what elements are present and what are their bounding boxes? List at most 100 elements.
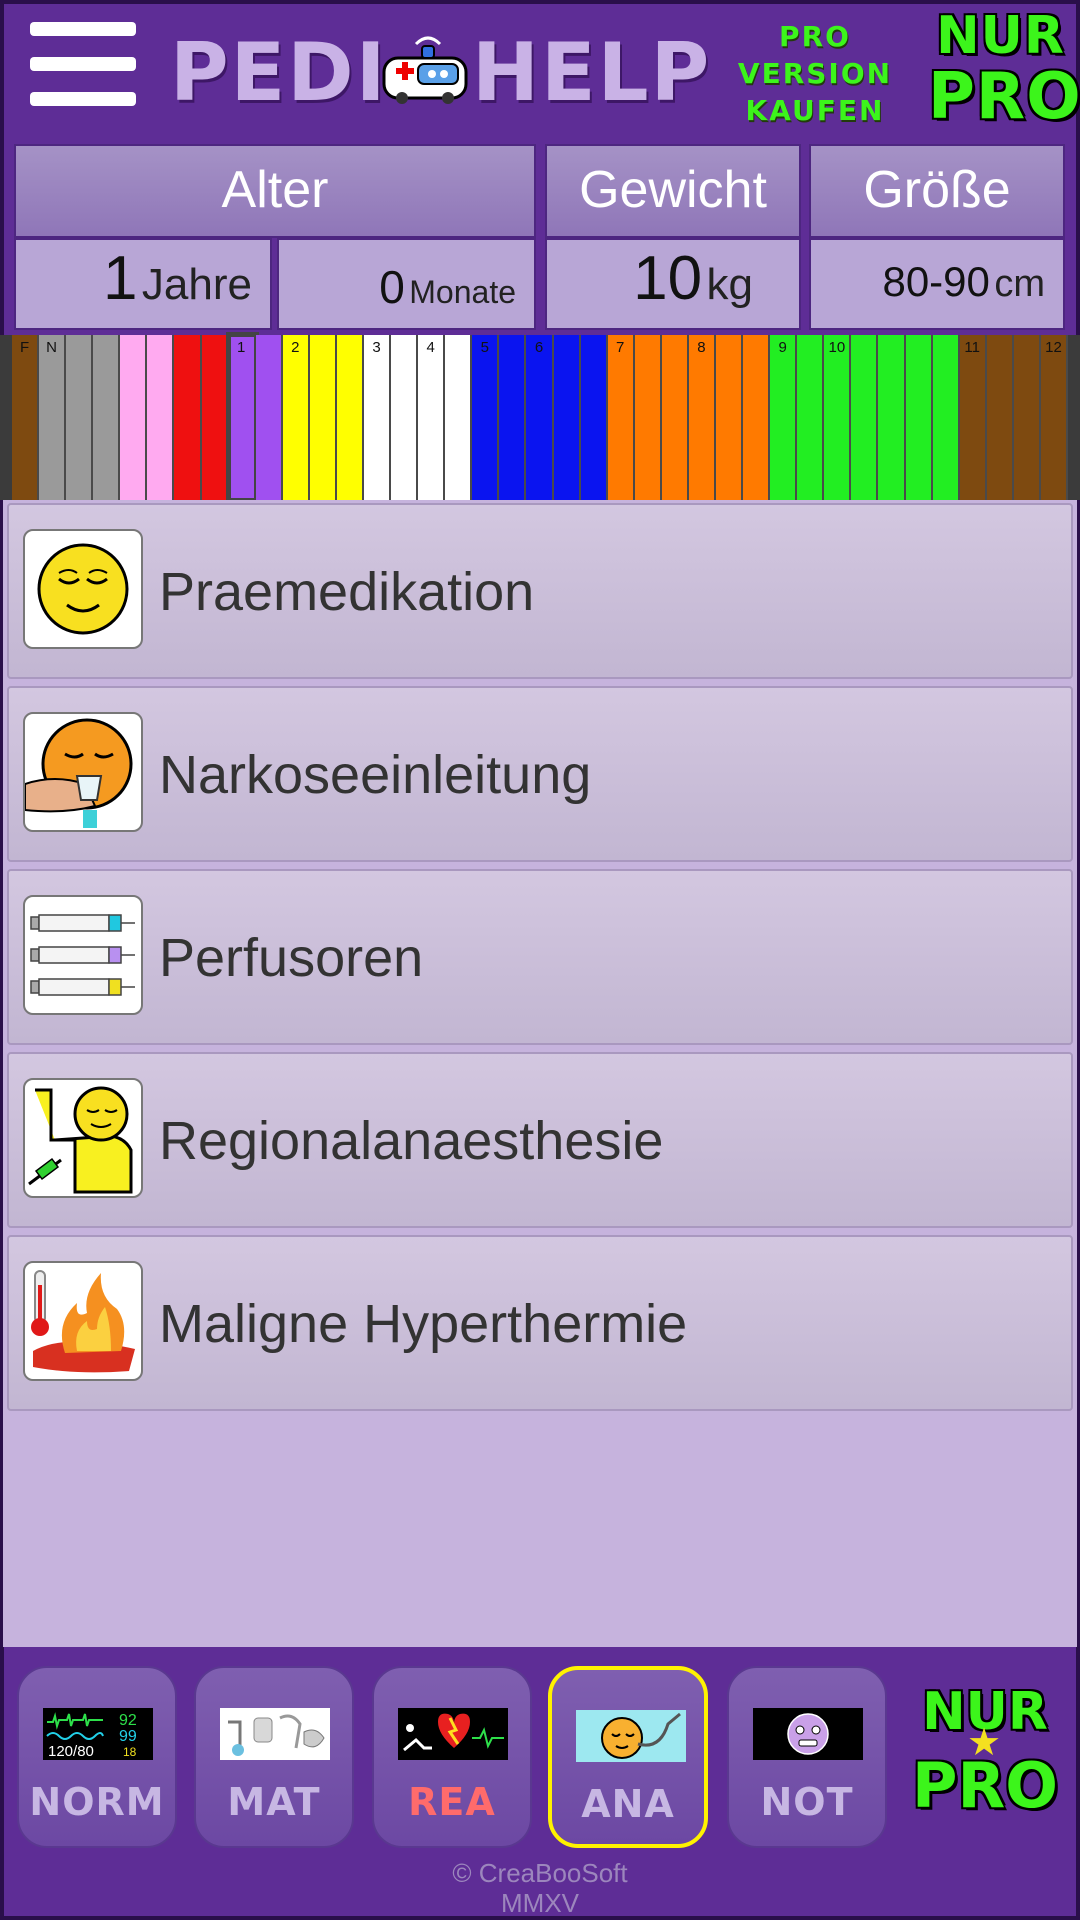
tape-stripe[interactable] [174, 335, 202, 500]
tape-stripe[interactable]: 9 [770, 335, 798, 500]
tape-stripe[interactable] [201, 335, 229, 500]
tape-stripe[interactable] [445, 335, 473, 500]
nav-not-button[interactable]: NOT [727, 1666, 887, 1848]
tape-stripe[interactable] [905, 335, 933, 500]
tape-stripe[interactable] [716, 335, 744, 500]
weight-value: 10 [633, 244, 703, 313]
menu-item-regionalanaesthesie[interactable]: Regionalanaesthesie [7, 1052, 1073, 1228]
copyright-notice: © CreaBooSoft MMXV [0, 1858, 1080, 1918]
menu-item-label: Perfusoren [159, 928, 424, 988]
tape-stripe[interactable]: 10 [824, 335, 852, 500]
nav-ana-button[interactable]: ANA [548, 1666, 708, 1848]
logo-text-help: HELP [472, 26, 712, 119]
tape-stripe[interactable]: 4 [418, 335, 446, 500]
regional-block-icon [23, 1078, 143, 1198]
tape-stripe[interactable]: N [39, 335, 67, 500]
tape-stripe-label: 11 [964, 339, 980, 356]
menu-item-maligne-hyperthermie[interactable]: Maligne Hyperthermie [7, 1235, 1073, 1411]
months-field[interactable]: 0 Monate [277, 238, 536, 330]
nav-mat-button[interactable]: MAT [194, 1666, 354, 1848]
tape-stripe[interactable]: 5 [472, 335, 500, 500]
weight-field[interactable]: 10 kg [545, 238, 801, 330]
tape-stripe[interactable]: 11 [959, 335, 987, 500]
menu-item-perfusoren[interactable]: Perfusoren [7, 869, 1073, 1045]
broselow-color-tape[interactable]: F N 1 2 3 4 5 6 7 8 9 10 11 12 [0, 332, 1080, 503]
pro-only-badge[interactable]: NUR PRO [928, 6, 1080, 133]
copyright-line1: © CreaBooSoft [452, 1858, 628, 1888]
height-header: Größe [809, 144, 1065, 238]
menu-item-praemedikation[interactable]: Praemedikation [7, 503, 1073, 679]
app-header: PEDI HELP PRO VERSION KAUFEN NUR PRO [0, 0, 1080, 140]
tape-stripe[interactable]: 1 [225, 332, 259, 503]
tape-stripe-label: 5 [480, 339, 489, 356]
menu-hamburger-icon[interactable] [30, 22, 136, 110]
pro-only-line1: NUR [936, 6, 1065, 66]
tape-stripe-label: 7 [616, 339, 625, 356]
years-field[interactable]: 1 Jahre [14, 238, 272, 330]
tape-stripe[interactable] [878, 335, 906, 500]
tape-stripe[interactable] [661, 335, 689, 500]
menu-item-narkoseeinleitung[interactable]: Narkoseeinleitung [7, 686, 1073, 862]
years-value: 1 [102, 244, 138, 313]
tape-stripe[interactable]: 2 [282, 335, 310, 500]
tape-stripe[interactable]: 8 [688, 335, 716, 500]
tape-stripe[interactable] [797, 335, 825, 500]
tape-stripe[interactable] [932, 335, 960, 500]
tape-stripe[interactable] [93, 335, 121, 500]
nav-norm-button[interactable]: 120/80 92 99 18 NORM [17, 1666, 177, 1848]
logo-text-pedi: PEDI [170, 26, 388, 119]
tape-stripe[interactable]: F [12, 335, 40, 500]
tape-stripe[interactable]: 7 [607, 335, 635, 500]
tape-stripe[interactable] [499, 335, 527, 500]
tape-stripe[interactable] [743, 335, 771, 500]
buy-pro-line1: PRO [779, 20, 851, 53]
weight-header: Gewicht [545, 144, 801, 238]
nav-rea-button[interactable]: REA [372, 1666, 532, 1848]
nav-ana-label: ANA [581, 1782, 675, 1826]
bp-readout: 120/80 [48, 1743, 94, 1760]
tape-stripe[interactable] [851, 335, 879, 500]
tape-stripe[interactable]: 3 [364, 335, 392, 500]
medical-equipment-icon [220, 1708, 330, 1760]
tape-stripe[interactable] [336, 335, 364, 500]
spo2-readout: 92 [119, 1712, 137, 1729]
tape-stripe[interactable] [553, 335, 581, 500]
tape-stripe-label: 12 [1045, 339, 1062, 356]
copyright-line2: MMXV [501, 1888, 579, 1918]
emergency-face-icon [753, 1708, 863, 1760]
fire-thermometer-icon [23, 1261, 143, 1381]
tape-stripe[interactable]: 6 [526, 335, 554, 500]
tape-stripe-label: 2 [291, 339, 300, 356]
tape-stripe[interactable] [391, 335, 419, 500]
tape-stripe[interactable] [66, 335, 94, 500]
menu-item-label: Maligne Hyperthermie [159, 1294, 688, 1354]
tape-stripe[interactable] [120, 335, 148, 500]
menu-item-label: Narkoseeinleitung [159, 745, 592, 805]
rr-readout: 18 [123, 1745, 137, 1759]
menu-item-label: Praemedikation [159, 562, 535, 622]
nav-rea-label: REA [408, 1780, 496, 1824]
syringes-icon [23, 895, 143, 1015]
tape-stripe[interactable] [1013, 335, 1041, 500]
hr-readout: 99 [119, 1728, 137, 1745]
buy-pro-button[interactable]: PRO VERSION KAUFEN [735, 18, 895, 130]
tape-stripe[interactable] [255, 335, 283, 500]
sleepy-face-icon [23, 529, 143, 649]
anesthesia-icon [576, 1710, 686, 1762]
height-field[interactable]: 80-90 cm [809, 238, 1065, 330]
tape-stripe-label: N [46, 339, 58, 356]
tape-stripe[interactable]: 12 [1040, 335, 1068, 500]
height-unit: cm [994, 263, 1045, 305]
tape-stripe[interactable] [309, 335, 337, 500]
nav-pro-only-button[interactable]: NUR ★ PRO [905, 1666, 1065, 1848]
tape-stripe[interactable] [580, 335, 608, 500]
tape-stripe[interactable] [634, 335, 662, 500]
nav-mat-label: MAT [227, 1780, 321, 1824]
menu-item-label: Regionalanaesthesie [159, 1111, 664, 1171]
months-value: 0 [379, 261, 405, 313]
tape-stripe[interactable] [147, 335, 175, 500]
tape-stripe-label: 6 [534, 339, 544, 356]
anesthesia-menu-list: Praemedikation Narkoseeinleitung Perfuso… [3, 500, 1077, 1647]
star-icon: ★ [967, 1720, 1002, 1764]
tape-stripe[interactable] [986, 335, 1014, 500]
